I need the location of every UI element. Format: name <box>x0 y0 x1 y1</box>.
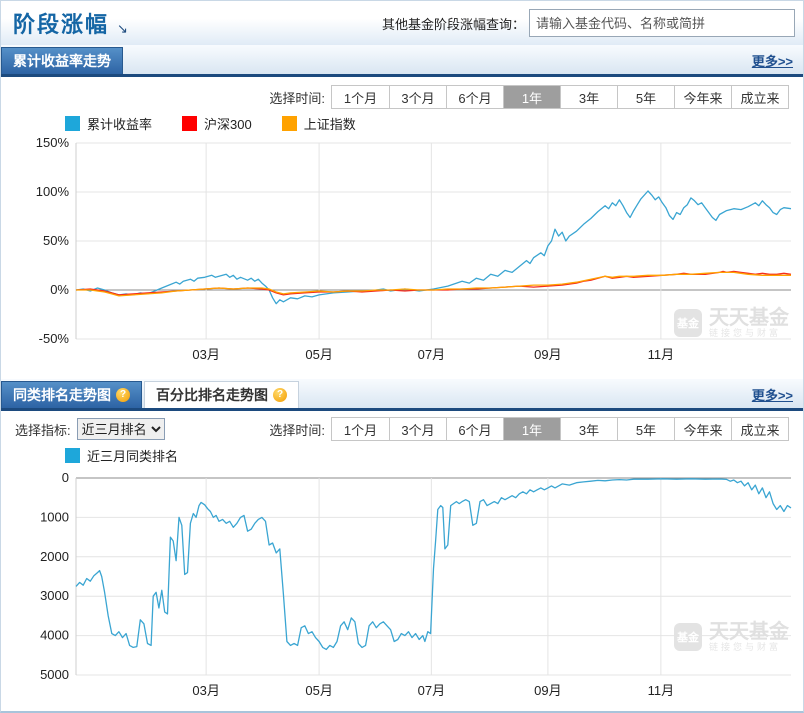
help-icon[interactable]: ? <box>116 388 130 402</box>
svg-text:07月: 07月 <box>418 683 445 698</box>
svg-text:0%: 0% <box>50 282 69 297</box>
time-option-今年来[interactable]: 今年来 <box>674 86 731 108</box>
tab-label: 同类排名走势图 <box>13 385 111 405</box>
peer-rank-chart: 01000200030004000500003月05月07月09月11月 基金 … <box>1 463 803 708</box>
time-option-今年来[interactable]: 今年来 <box>674 418 731 440</box>
time-option-1个月[interactable]: 1个月 <box>332 418 389 440</box>
top-header: 阶段涨幅 ↘ 其他基金阶段涨幅查询： <box>1 1 803 45</box>
legend-label: 近三月同类排名 <box>87 446 178 465</box>
fund-search-input[interactable] <box>529 9 795 37</box>
tab-label: 累计收益率走势 <box>13 51 111 71</box>
search-label: 其他基金阶段涨幅查询： <box>382 14 525 33</box>
legend-item: 累计收益率 <box>65 114 152 133</box>
time-option-5年[interactable]: 5年 <box>617 86 674 108</box>
time-option-6个月[interactable]: 6个月 <box>446 418 503 440</box>
tab-peer-rank-trend[interactable]: 同类排名走势图 ? <box>1 381 142 408</box>
cumulative-return-chart: 150%100%50%0%-50%03月05月07月09月11月 基金 天天基金… <box>1 131 803 371</box>
svg-text:-50%: -50% <box>39 331 70 346</box>
legend-item: 近三月同类排名 <box>65 446 178 465</box>
legend-swatch-icon <box>282 116 297 131</box>
legend-swatch-icon <box>65 448 80 463</box>
svg-text:11月: 11月 <box>648 347 675 362</box>
svg-text:03月: 03月 <box>192 683 219 698</box>
svg-text:11月: 11月 <box>648 683 675 698</box>
tab-label: 百分比排名走势图 <box>156 385 268 405</box>
svg-text:09月: 09月 <box>534 683 561 698</box>
time-option-成立来[interactable]: 成立来 <box>731 86 788 108</box>
time-filter-section1: 1个月3个月6个月1年3年5年今年来成立来 <box>331 85 789 109</box>
chart1-legend: 累计收益率 沪深300 上证指数 <box>65 115 803 131</box>
svg-text:150%: 150% <box>36 135 70 150</box>
svg-text:2000: 2000 <box>40 549 69 564</box>
svg-text:100%: 100% <box>36 184 70 199</box>
chart2-legend: 近三月同类排名 <box>65 447 803 463</box>
svg-text:5000: 5000 <box>40 667 69 682</box>
svg-text:0: 0 <box>62 470 69 485</box>
chart1-svg: 150% 100% 50% 0% -50% 03月 05月 07月 09月 11月 <box>1 131 803 371</box>
section2-tab-bar: 同类排名走势图 ? 百分比排名走势图 ? 更多>> <box>1 379 803 411</box>
time-option-1年[interactable]: 1年 <box>503 418 560 440</box>
tab-cumulative-return-trend[interactable]: 累计收益率走势 <box>1 47 123 74</box>
legend-item: 上证指数 <box>282 114 356 133</box>
section2-controls: 选择指标: 近三月排名 选择时间: 1个月3个月6个月1年3年5年今年来成立来 <box>1 417 803 441</box>
tab-percentile-rank-trend[interactable]: 百分比排名走势图 ? <box>144 381 299 408</box>
legend-item: 沪深300 <box>182 114 252 133</box>
legend-swatch-icon <box>182 116 197 131</box>
legend-label: 沪深300 <box>204 114 252 133</box>
time-option-3个月[interactable]: 3个月 <box>389 86 446 108</box>
collapse-arrow-icon[interactable]: ↘ <box>117 21 128 39</box>
svg-text:50%: 50% <box>43 233 69 248</box>
time-option-6个月[interactable]: 6个月 <box>446 86 503 108</box>
indicator-label: 选择指标: <box>15 420 71 439</box>
time-option-5年[interactable]: 5年 <box>617 418 674 440</box>
svg-text:03月: 03月 <box>192 347 219 362</box>
svg-text:1000: 1000 <box>40 509 69 524</box>
page-title: 阶段涨幅 <box>13 7 109 39</box>
time-option-3个月[interactable]: 3个月 <box>389 418 446 440</box>
time-option-成立来[interactable]: 成立来 <box>731 418 788 440</box>
time-option-1年[interactable]: 1年 <box>503 86 560 108</box>
svg-text:05月: 05月 <box>305 347 332 362</box>
time-filter-label: 选择时间: <box>269 88 325 107</box>
svg-text:05月: 05月 <box>305 683 332 698</box>
legend-label: 上证指数 <box>304 114 356 133</box>
time-filter-label: 选择时间: <box>269 420 325 439</box>
help-icon[interactable]: ? <box>273 388 287 402</box>
time-filter-section2: 1个月3个月6个月1年3年5年今年来成立来 <box>331 417 789 441</box>
svg-text:09月: 09月 <box>534 347 561 362</box>
time-option-1个月[interactable]: 1个月 <box>332 86 389 108</box>
svg-text:3000: 3000 <box>40 588 69 603</box>
chart2-svg: 0 1000 2000 3000 4000 5000 03月 05月 07月 09月 11月 <box>1 463 803 708</box>
more-link-section1[interactable]: 更多>> <box>752 51 793 70</box>
more-link-section2[interactable]: 更多>> <box>752 385 793 404</box>
time-option-3年[interactable]: 3年 <box>560 86 617 108</box>
time-option-3年[interactable]: 3年 <box>560 418 617 440</box>
legend-swatch-icon <box>65 116 80 131</box>
fund-period-change-panel: 阶段涨幅 ↘ 其他基金阶段涨幅查询： 累计收益率走势 更多>> 选择时间: 1个… <box>0 0 804 713</box>
section1-controls: 选择时间: 1个月3个月6个月1年3年5年今年来成立来 <box>1 85 803 109</box>
svg-text:07月: 07月 <box>418 347 445 362</box>
indicator-select[interactable]: 近三月排名 <box>77 418 165 440</box>
section1-tab-bar: 累计收益率走势 更多>> <box>1 45 803 77</box>
legend-label: 累计收益率 <box>87 114 152 133</box>
svg-text:4000: 4000 <box>40 628 69 643</box>
